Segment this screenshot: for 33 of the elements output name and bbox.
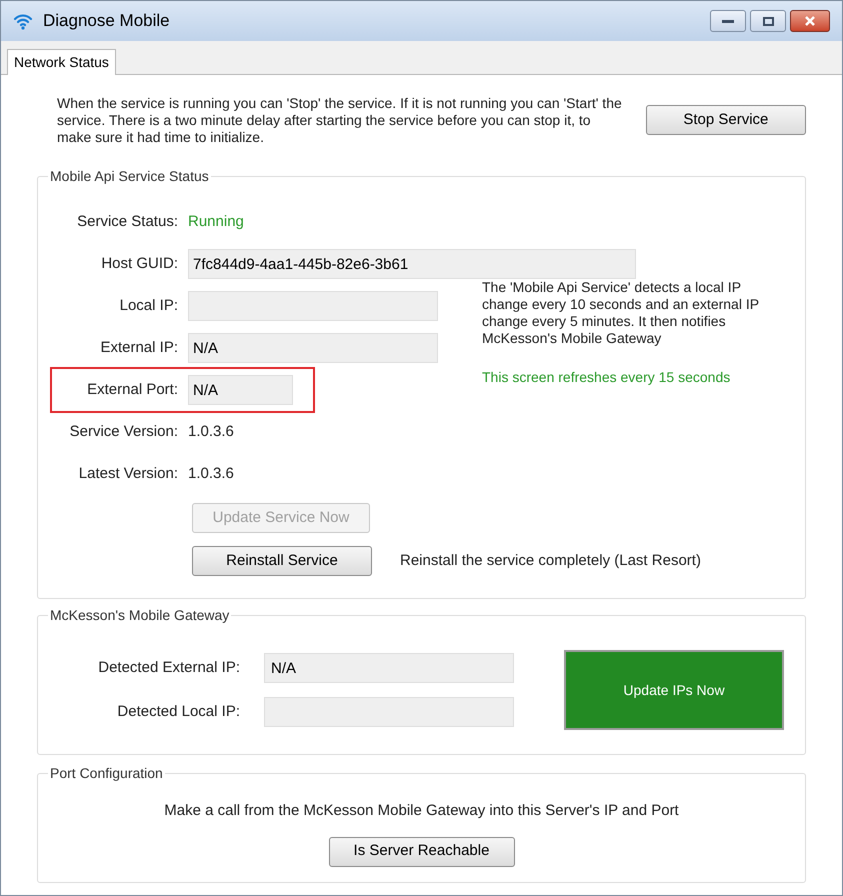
field-label: Latest Version:: [78, 464, 178, 484]
field-label: Detected External IP:: [97, 658, 240, 678]
server-reachable-button[interactable]: Is Server Reachable: [328, 836, 514, 866]
tab[interactable]: Network Status: [7, 49, 116, 75]
field-label: External IP:: [99, 338, 178, 358]
version-value: 1.0.3.6: [188, 422, 234, 442]
field-label: Service Version:: [68, 422, 178, 442]
intro-text: When the service is running you can 'Stop' the service. If it is not running you can 'Start' the service. There is a two minute delay after starting the service before you can stop it, to make sure it had time to initialize.: [57, 95, 623, 146]
text-field[interactable]: N/A: [188, 333, 438, 363]
minimize-button[interactable]: [710, 10, 746, 32]
refresh-note: This screen refreshes every 15 seconds: [482, 368, 732, 387]
field-label: Local IP:: [118, 296, 178, 316]
text-field[interactable]: [264, 697, 514, 727]
stop-service-button[interactable]: Stop Service: [646, 105, 806, 135]
status-value: Running: [188, 212, 244, 232]
info-text: The 'Mobile Api Service' detects a local IP change every 10 seconds and an external IP change every 5 minutes. It then notifies McKesson's Mobile Gateway: [482, 279, 760, 347]
reinstall-service-button[interactable]: Reinstall Service: [192, 546, 372, 576]
text-field[interactable]: N/A: [188, 375, 293, 405]
field-label: Service Status:: [76, 212, 178, 232]
text-field[interactable]: N/A: [264, 653, 514, 683]
text-field[interactable]: [188, 291, 438, 321]
field-label: Host GUID:: [100, 254, 178, 274]
port-config-text: Make a call from the McKesson Mobile Gateway into this Server's IP and Port: [164, 801, 679, 821]
reinstall-note: Reinstall the service completely (Last Resort): [400, 550, 701, 571]
close-button[interactable]: [790, 10, 830, 32]
field-label: Detected Local IP:: [116, 702, 240, 722]
version-value: 1.0.3.6: [188, 464, 234, 484]
window-title: Diagnose Mobile: [43, 10, 170, 32]
close-icon: [804, 15, 816, 27]
maximize-button[interactable]: [750, 10, 786, 32]
update-ips-button[interactable]: Update IPs Now: [564, 650, 784, 730]
text-field[interactable]: 7fc844d9-4aa1-445b-82e6-3b61: [188, 249, 636, 279]
field-label: External Port:: [86, 380, 178, 400]
